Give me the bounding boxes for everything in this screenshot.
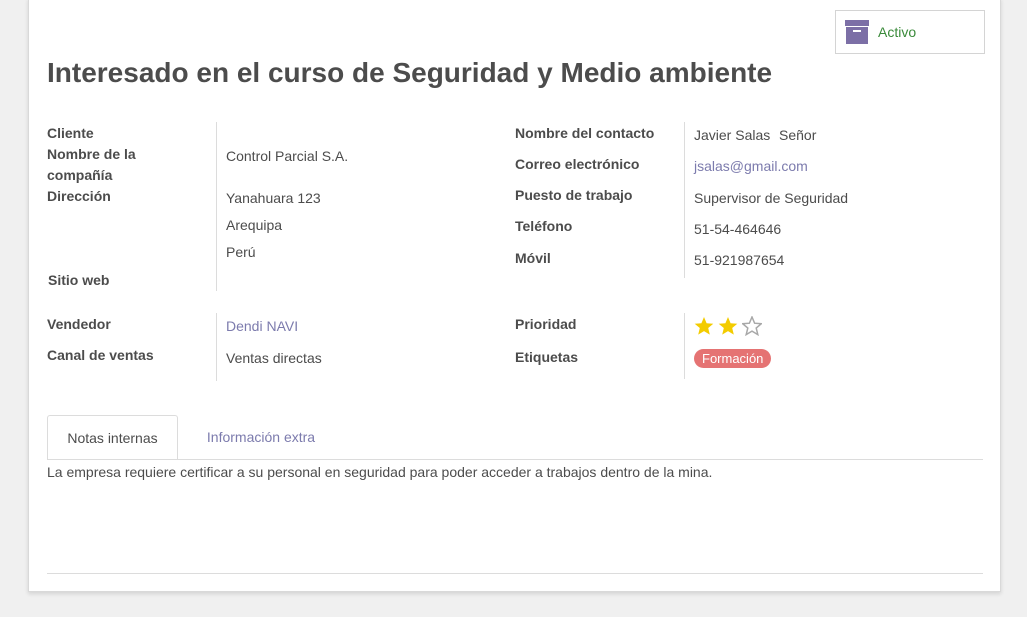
tag-formacion[interactable]: Formación <box>694 349 772 368</box>
tab-bar-line <box>47 459 983 460</box>
tab-internal-notes[interactable]: Notas internas <box>47 415 178 460</box>
active-status-button[interactable]: Activo <box>835 10 985 54</box>
archive-box-icon <box>845 20 869 44</box>
status-label: Activo <box>878 24 917 40</box>
right-group-divider <box>684 122 685 278</box>
country-field[interactable]: Perú <box>226 242 256 262</box>
customer-label: Cliente <box>47 125 94 141</box>
mobile-label: Móvil <box>515 250 551 266</box>
job-position-field[interactable]: Supervisor de Seguridad <box>694 188 848 208</box>
internal-notes-text[interactable]: La empresa requiere certificar a su pers… <box>47 462 712 482</box>
sales-channel-field[interactable]: Ventas directas <box>226 348 322 368</box>
star-empty-icon[interactable] <box>742 316 762 336</box>
left-group-divider <box>216 122 217 291</box>
priority-label: Prioridad <box>515 316 577 332</box>
company-name-field[interactable]: Control Parcial S.A. <box>226 146 348 166</box>
website-label: Sitio web <box>48 272 110 288</box>
phone-label: Teléfono <box>515 218 573 234</box>
phone-field[interactable]: 51-54-464646 <box>694 219 781 239</box>
contact-title-field[interactable]: Señor <box>779 125 816 145</box>
email-link[interactable]: jsalas@gmail.com <box>694 156 808 176</box>
contact-name-label: Nombre del contacto <box>515 125 655 141</box>
star-filled-icon[interactable] <box>694 316 714 336</box>
notes-bottom-divider <box>47 573 983 574</box>
star-filled-icon[interactable] <box>718 316 738 336</box>
job-position-label: Puesto de trabajo <box>515 187 633 203</box>
page-title[interactable]: Interesado en el curso de Seguridad y Me… <box>47 57 772 89</box>
contact-name-field[interactable]: Javier Salas <box>694 125 770 145</box>
company-name-label: Nombre de la compañía <box>47 146 136 183</box>
address-label: Dirección <box>47 188 111 204</box>
city-field[interactable]: Arequipa <box>226 215 282 235</box>
email-label: Correo electrónico <box>515 156 640 172</box>
mobile-field[interactable]: 51-921987654 <box>694 250 784 270</box>
form-sheet: Activo Interesado en el curso de Segurid… <box>28 0 1001 592</box>
street-field[interactable]: Yanahuara 123 <box>226 188 321 208</box>
tags-label: Etiquetas <box>515 349 579 365</box>
priority-group-divider <box>684 313 685 379</box>
sales-group-divider <box>216 313 217 381</box>
salesperson-label: Vendedor <box>47 316 111 332</box>
sales-channel-label: Canal de ventas <box>47 347 154 363</box>
salesperson-link[interactable]: Dendi NAVI <box>226 316 298 336</box>
tab-extra-info[interactable]: Información extra <box>189 415 333 460</box>
